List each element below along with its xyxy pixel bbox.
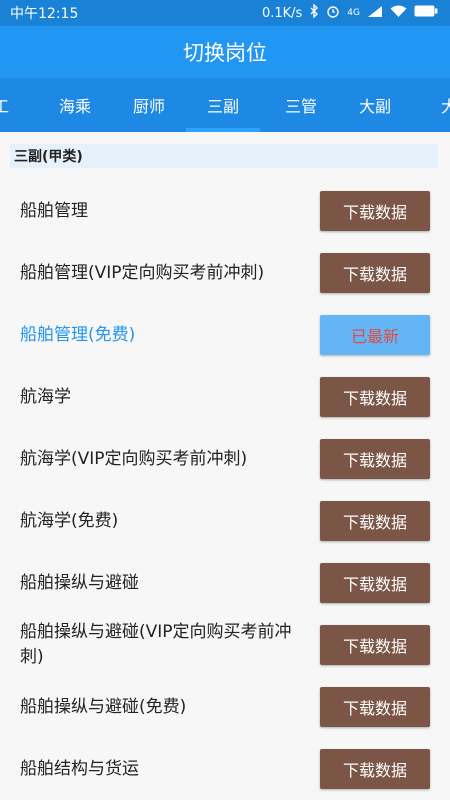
list-item: 船舶管理(VIP定向购买考前冲刺) 下载数据 [0, 242, 450, 304]
subject-label: 航海学(VIP定向购买考前冲刺) [20, 448, 248, 469]
list-item: 航海学(VIP定向购买考前冲刺) 下载数据 [0, 428, 450, 490]
download-button[interactable]: 下载数据 [320, 749, 430, 789]
signal-icon [367, 5, 383, 22]
download-button[interactable]: 下载数据 [320, 687, 430, 727]
list-item: 船舶操纵与避碰 下载数据 [0, 552, 450, 614]
app-bar: 切换岗位 [0, 26, 450, 78]
list-item: 船舶操纵与避碰(VIP定向购买考前冲刺) 下载数据 [0, 614, 450, 676]
network-type: 4G [347, 8, 360, 18]
page-title: 切换岗位 [183, 41, 267, 65]
tab-crew[interactable]: 海乘 [38, 78, 112, 132]
tab-more[interactable]: 大 [412, 78, 450, 132]
tab-chef[interactable]: 厨师 [112, 78, 186, 132]
download-button[interactable]: 下载数据 [320, 563, 430, 603]
list-item: 航海学(免费) 下载数据 [0, 490, 450, 552]
download-button[interactable]: 下载数据 [320, 625, 430, 665]
list-item: 船舶管理(免费) 已最新 [0, 304, 450, 366]
list-item: 船舶结构与货运 下载数据 [0, 738, 450, 800]
list-item: 航海学 下载数据 [0, 366, 450, 428]
subject-label: 船舶操纵与避碰 [20, 572, 139, 593]
subject-label: 船舶操纵与避碰(VIP定向购买考前冲刺) [20, 622, 292, 667]
download-button[interactable]: 下载数据 [320, 439, 430, 479]
battery-icon [414, 5, 438, 21]
subject-label: 船舶管理(VIP定向购买考前冲刺) [20, 262, 265, 283]
download-button[interactable]: 下载数据 [320, 253, 430, 293]
subject-label: 航海学 [20, 386, 71, 407]
tab-third-engineer[interactable]: 三管 [264, 78, 338, 132]
tab-worker[interactable]: 工 [0, 78, 38, 132]
subject-list: 三副(甲类) 船舶管理 下载数据 船舶管理(VIP定向购买考前冲刺) 下载数据 … [0, 132, 450, 800]
network-speed: 0.1K/s [261, 5, 303, 21]
section-header: 三副(甲类) [10, 144, 438, 168]
tab-chief-officer[interactable]: 大副 [338, 78, 412, 132]
subject-label: 航海学(免费) [20, 510, 119, 531]
download-button[interactable]: 下载数据 [320, 191, 430, 231]
bluetooth-icon [309, 3, 319, 22]
subject-label: 船舶结构与货运 [20, 758, 139, 779]
tab-third-officer[interactable]: 三副 [186, 78, 260, 132]
status-time: 中午12:15 [10, 6, 79, 22]
status-bar: 中午12:15 0.1K/s 4G [0, 0, 450, 26]
download-button[interactable]: 下载数据 [320, 501, 430, 541]
alarm-icon [326, 4, 340, 22]
position-tabs: 工 海乘 厨师 三副 三管 大副 大 [0, 78, 450, 132]
list-item: 船舶操纵与避碰(免费) 下载数据 [0, 676, 450, 738]
download-button[interactable]: 下载数据 [320, 377, 430, 417]
subject-label: 船舶管理(免费) [20, 324, 136, 345]
status-icons: 0.1K/s 4G [261, 3, 438, 22]
subject-label: 船舶管理 [20, 200, 88, 221]
list-item: 船舶管理 下载数据 [0, 180, 450, 242]
up-to-date-button[interactable]: 已最新 [320, 315, 430, 355]
subject-label: 船舶操纵与避碰(免费) [20, 696, 187, 717]
wifi-icon [390, 5, 407, 22]
